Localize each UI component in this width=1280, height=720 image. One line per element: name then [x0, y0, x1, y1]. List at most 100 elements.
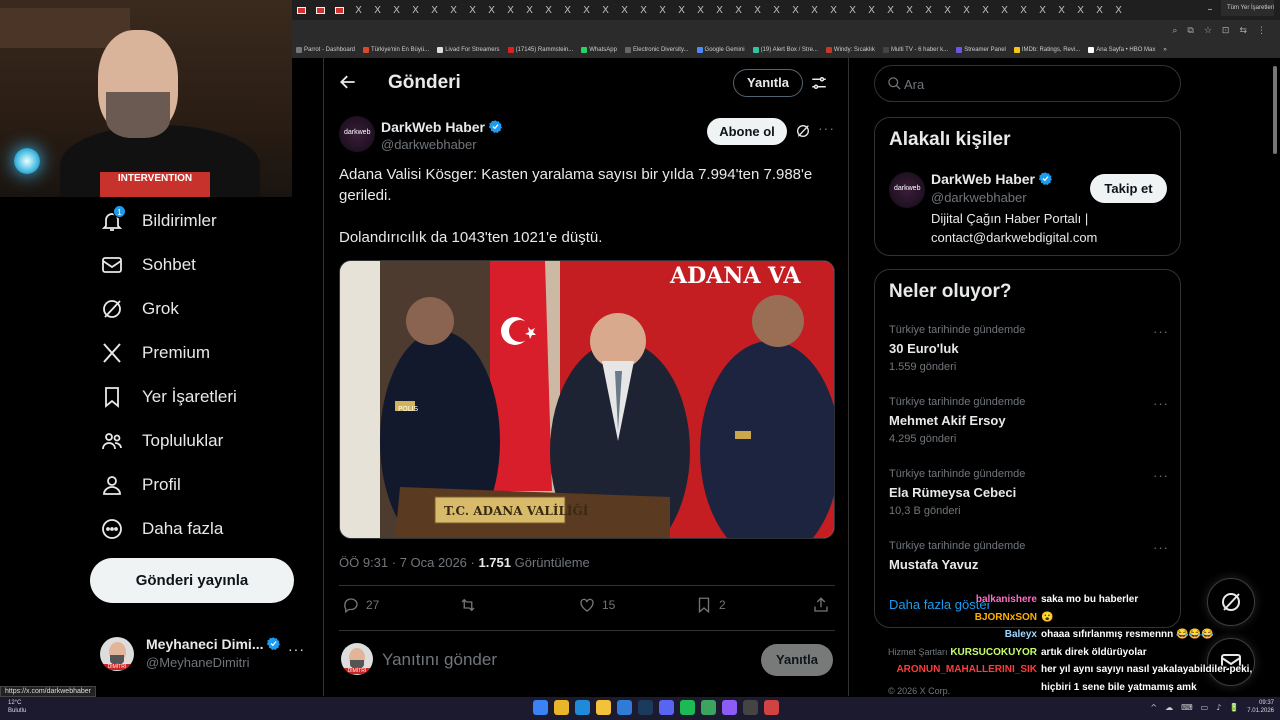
more-icon[interactable]: ···: [818, 120, 835, 136]
nav-premium[interactable]: Premium: [100, 337, 210, 369]
tab-close-icon[interactable]: X: [1115, 5, 1122, 16]
trend-item[interactable]: Türkiye tarihinde gündemde Mustafa Yavuz…: [889, 540, 1169, 572]
reply-action[interactable]: 27: [342, 596, 379, 614]
tab-close-icon[interactable]: X: [735, 5, 742, 16]
tab-close-icon[interactable]: X: [659, 5, 666, 16]
tab-close-icon[interactable]: X: [583, 5, 590, 16]
browser-tab[interactable]: X: [615, 0, 634, 20]
trend-more-icon[interactable]: ···: [1153, 540, 1169, 555]
obs-icon[interactable]: [743, 700, 758, 715]
browser-tab[interactable]: X: [577, 0, 596, 20]
footer-link[interactable]: Hizmet Şartları: [888, 647, 948, 657]
tab-close-icon[interactable]: X: [431, 5, 438, 16]
search-box[interactable]: [874, 65, 1181, 102]
post-image[interactable]: ADANA VA POLIS T.C. ADANA VALİLİĞİ: [339, 260, 835, 539]
bookmark-item[interactable]: Google Gemini: [696, 47, 745, 53]
account-more-icon[interactable]: ···: [288, 641, 305, 657]
tab-close-icon[interactable]: X: [849, 5, 856, 16]
browser-tab[interactable]: X: [1109, 0, 1128, 20]
trend-item[interactable]: Türkiye tarihinde gündemde Ela Rümeysa C…: [889, 468, 1169, 517]
scrollbar[interactable]: [1272, 60, 1278, 690]
tab-close-icon[interactable]: X: [697, 5, 704, 16]
nav-more[interactable]: Daha fazla: [100, 513, 223, 545]
bookmark-item[interactable]: Windy: Sıcaklık: [825, 47, 875, 53]
tab-close-icon[interactable]: X: [450, 5, 457, 16]
tab-close-icon[interactable]: X: [412, 5, 419, 16]
author-name[interactable]: DarkWeb Haber: [381, 119, 503, 135]
browser-tab[interactable]: [292, 0, 311, 20]
browser-tab[interactable]: X: [729, 0, 748, 20]
tab-close-icon[interactable]: X: [754, 5, 761, 16]
all-bookmarks-link[interactable]: Tüm Yer İşaretleri: [1220, 0, 1274, 16]
account-switcher[interactable]: DİMİTRİ Meyhaneci Dimi... @MeyhaneDimitr…: [100, 633, 310, 673]
grok-icon[interactable]: [795, 123, 811, 139]
browser-tab[interactable]: X: [1052, 0, 1071, 20]
related-avatar[interactable]: darkweb: [889, 172, 925, 208]
install-icon[interactable]: ⧉: [1187, 26, 1193, 36]
reply-submit-button[interactable]: Yanıtla: [761, 644, 833, 676]
tab-close-icon[interactable]: X: [982, 5, 989, 16]
browser-tab[interactable]: [311, 0, 330, 20]
tab-close-icon[interactable]: X: [393, 5, 400, 16]
menu-icon[interactable]: ⋮: [1257, 26, 1266, 36]
author-handle[interactable]: @darkwebhaber: [381, 137, 477, 152]
tab-close-icon[interactable]: X: [564, 5, 571, 16]
browser-tab[interactable]: X: [786, 0, 805, 20]
tab-close-icon[interactable]: X: [469, 5, 476, 16]
tab-close-icon[interactable]: X: [811, 5, 818, 16]
vivaldi-icon[interactable]: [764, 700, 779, 715]
tab-close-icon[interactable]: X: [545, 5, 552, 16]
bookmark-item[interactable]: Multi TV - 6 haber k...: [882, 47, 948, 53]
zoom-icon[interactable]: ⌕: [1172, 26, 1177, 36]
sync-icon[interactable]: ⇆: [1239, 26, 1247, 36]
tab-close-icon[interactable]: X: [678, 5, 685, 16]
browser-tab[interactable]: X: [520, 0, 539, 20]
bookmark-item[interactable]: Ana Sayfa • HBO Max: [1088, 47, 1155, 53]
monitor-icon[interactable]: ▭: [1201, 703, 1209, 712]
browser-tab[interactable]: X: [634, 0, 653, 20]
like-action[interactable]: 15: [578, 596, 615, 614]
browser-tab[interactable]: X: [1014, 0, 1033, 20]
tab-close-icon[interactable]: X: [1001, 5, 1008, 16]
tab-close-icon[interactable]: X: [830, 5, 837, 16]
related-handle[interactable]: @darkwebhaber: [931, 190, 1027, 205]
app-purple-icon[interactable]: [722, 700, 737, 715]
bookmark-action[interactable]: 2: [695, 596, 726, 614]
bookmark-item[interactable]: (19) Alert Box / Stre...: [752, 47, 818, 53]
discord-icon[interactable]: [659, 700, 674, 715]
trend-more-icon[interactable]: ···: [1153, 324, 1169, 339]
browser-tab[interactable]: X: [406, 0, 425, 20]
browser-tab[interactable]: X: [862, 0, 881, 20]
browser-tab[interactable]: X: [539, 0, 558, 20]
volume-icon[interactable]: ♪: [1216, 703, 1221, 712]
search-input[interactable]: [904, 74, 1164, 94]
bookmark-item[interactable]: Electronic Diversity...: [624, 47, 689, 53]
trend-item[interactable]: Türkiye tarihinde gündemde Mehmet Akif E…: [889, 396, 1169, 445]
tab-close-icon[interactable]: X: [507, 5, 514, 16]
clock[interactable]: 09:37 7.01.2026: [1247, 699, 1274, 715]
tab-close-icon[interactable]: X: [773, 5, 780, 16]
tab-close-icon[interactable]: X: [1020, 5, 1027, 16]
follow-button[interactable]: Takip et: [1090, 174, 1167, 203]
nav-profile[interactable]: Profil: [100, 469, 181, 501]
tab-close-icon[interactable]: X: [621, 5, 628, 16]
steam-icon[interactable]: [638, 700, 653, 715]
tab-close-icon[interactable]: X: [1058, 5, 1065, 16]
browser-tab[interactable]: X: [976, 0, 995, 20]
post-timestamp[interactable]: ÖÖ 9:31 · 7 Oca 2026 ·: [339, 555, 478, 570]
nav-bookmarks[interactable]: Yer İşaretleri: [100, 381, 237, 413]
tab-close-icon[interactable]: X: [355, 5, 362, 16]
browser-tab[interactable]: X: [425, 0, 444, 20]
tab-close-icon[interactable]: X: [640, 5, 647, 16]
nav-communities[interactable]: Topluluklar: [100, 425, 223, 457]
tab-close-icon[interactable]: X: [1096, 5, 1103, 16]
tab-close-icon[interactable]: X: [925, 5, 932, 16]
bookmark-item[interactable]: Streamer Panel: [956, 47, 1006, 53]
browser-tab[interactable]: [330, 0, 349, 20]
app-green-icon[interactable]: [701, 700, 716, 715]
tab-close-icon[interactable]: X: [488, 5, 495, 16]
browser-tab[interactable]: X: [824, 0, 843, 20]
spotify-icon[interactable]: [680, 700, 695, 715]
browser-tab[interactable]: X: [653, 0, 672, 20]
browser-tab[interactable]: X: [805, 0, 824, 20]
